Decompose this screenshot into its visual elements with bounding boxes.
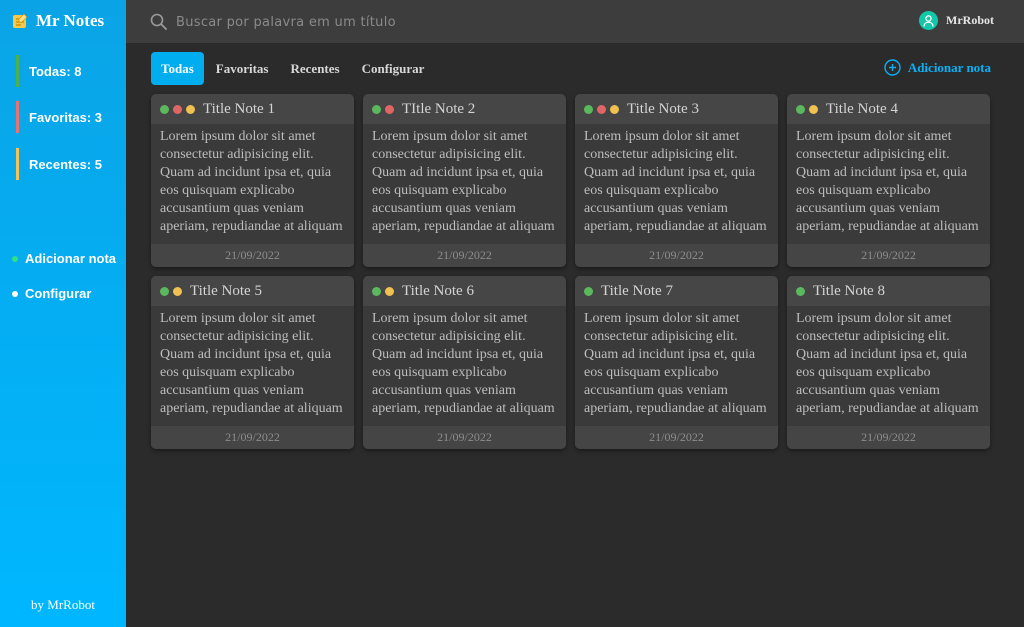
note-date: 21/09/2022 xyxy=(363,244,566,267)
note-title: Title Note 3 xyxy=(627,100,699,117)
note-card[interactable]: Title Note 6 Lorem ipsum dolor sit amet c… xyxy=(363,276,566,449)
note-card[interactable]: Title Note 5 Lorem ipsum dolor sit amet c… xyxy=(151,276,354,449)
tag-dot-icon xyxy=(597,104,606,114)
note-title: Title Note 6 xyxy=(402,282,474,299)
tag-dot-icon xyxy=(186,104,195,114)
note-tags xyxy=(372,104,394,114)
tag-dot-icon xyxy=(584,286,593,296)
sidebar-settings-label: Configurar xyxy=(25,286,92,301)
note-card[interactable]: Title Note 1 Lorem ipsum dolor sit amet c… xyxy=(151,94,354,267)
note-title: TItle Note 2 xyxy=(402,100,476,117)
tag-dot-icon xyxy=(809,104,818,114)
filter-tabs: Todas Favoritas Recentes Configurar xyxy=(151,52,436,85)
note-date: 21/09/2022 xyxy=(151,426,354,449)
note-tags xyxy=(160,104,195,114)
note-card[interactable]: Title Note 7 Lorem ipsum dolor sit amet c… xyxy=(575,276,778,449)
tag-dot-icon xyxy=(160,286,169,296)
counter-todas[interactable]: Todas: 8 xyxy=(16,55,82,87)
note-date: 21/09/2022 xyxy=(575,244,778,267)
note-title: Title Note 7 xyxy=(601,282,673,299)
note-body: Lorem ipsum dolor sit amet consectetur a… xyxy=(372,129,555,234)
tag-dot-icon xyxy=(385,286,394,296)
note-date: 21/09/2022 xyxy=(575,426,778,449)
note-body: Lorem ipsum dolor sit amet consectetur a… xyxy=(796,311,979,416)
note-card-header: Title Note 5 xyxy=(151,276,354,306)
note-date: 21/09/2022 xyxy=(151,244,354,267)
sidebar-settings[interactable]: Configurar xyxy=(12,286,91,301)
note-tags xyxy=(372,286,394,296)
note-card-header: Title Note 6 xyxy=(363,276,566,306)
note-tags xyxy=(584,104,619,114)
note-date: 21/09/2022 xyxy=(787,244,990,267)
note-body: Lorem ipsum dolor sit amet consectetur a… xyxy=(372,311,555,416)
note-card[interactable]: Title Note 8 Lorem ipsum dolor sit amet c… xyxy=(787,276,990,449)
note-card-header: Title Note 1 xyxy=(151,94,354,124)
search-input[interactable] xyxy=(174,10,578,34)
counter-favoritas[interactable]: Favoritas: 3 xyxy=(16,101,102,133)
note-title: Title Note 1 xyxy=(203,100,275,117)
tab-configurar[interactable]: Configurar xyxy=(352,52,435,85)
notepad-icon xyxy=(13,13,28,28)
tag-dot-icon xyxy=(173,286,182,296)
note-tags xyxy=(796,286,805,296)
username: MrRobot xyxy=(946,13,994,27)
note-body: Lorem ipsum dolor sit amet consectetur a… xyxy=(584,129,767,234)
note-body: Lorem ipsum dolor sit amet consectetur a… xyxy=(584,311,767,416)
note-title: Title Note 4 xyxy=(826,100,898,117)
status-dot-icon xyxy=(12,255,18,262)
status-dot-icon xyxy=(12,290,18,297)
search-icon xyxy=(150,13,167,30)
note-tags xyxy=(796,104,818,114)
tag-dot-icon xyxy=(160,104,169,114)
tag-dot-icon xyxy=(372,286,381,296)
tab-favoritas[interactable]: Favoritas xyxy=(206,52,279,85)
sidebar-add-note[interactable]: Adicionar nota xyxy=(12,251,116,266)
note-card[interactable]: Title Note 3 Lorem ipsum dolor sit amet c… xyxy=(575,94,778,267)
note-body: Lorem ipsum dolor sit amet consectetur a… xyxy=(160,311,343,416)
tag-dot-icon xyxy=(173,104,182,114)
note-card-header: Title Note 8 xyxy=(787,276,990,306)
tag-dot-icon xyxy=(385,104,394,114)
note-card[interactable]: TItle Note 2 Lorem ipsum dolor sit amet c… xyxy=(363,94,566,267)
app-title: Mr Notes xyxy=(36,11,105,30)
tag-dot-icon xyxy=(796,286,805,296)
sidebar: Mr Notes Todas: 8 Favoritas: 3 Recentes:… xyxy=(0,0,126,627)
add-note-label: Adicionar nota xyxy=(907,59,991,75)
user-menu[interactable]: MrRobot xyxy=(919,11,994,30)
note-date: 21/09/2022 xyxy=(363,426,566,449)
topbar: MrRobot xyxy=(126,0,1024,43)
tab-todas[interactable]: Todas xyxy=(151,52,204,85)
byline: by MrRobot xyxy=(31,597,95,612)
tag-dot-icon xyxy=(796,104,805,114)
note-tags xyxy=(584,286,593,296)
tag-dot-icon xyxy=(610,104,619,114)
tab-recentes[interactable]: Recentes xyxy=(281,52,350,85)
note-body: Lorem ipsum dolor sit amet consectetur a… xyxy=(796,129,979,234)
counter-recentes[interactable]: Recentes: 5 xyxy=(16,148,102,180)
note-title: Title Note 8 xyxy=(813,282,885,299)
tag-dot-icon xyxy=(372,104,381,114)
note-card-header: Title Note 3 xyxy=(575,94,778,124)
note-tags xyxy=(160,286,182,296)
note-title: Title Note 5 xyxy=(190,282,262,299)
tag-dot-icon xyxy=(584,104,593,114)
plus-circle-icon xyxy=(884,59,901,76)
note-card-header: Title Note 4 xyxy=(787,94,990,124)
note-card-header: TItle Note 2 xyxy=(363,94,566,124)
note-body: Lorem ipsum dolor sit amet consectetur a… xyxy=(160,129,343,234)
note-date: 21/09/2022 xyxy=(787,426,990,449)
note-card-header: Title Note 7 xyxy=(575,276,778,306)
avatar xyxy=(919,11,938,30)
notes-grid: Title Note 1 Lorem ipsum dolor sit amet c… xyxy=(151,94,990,449)
add-note-button[interactable]: Adicionar nota xyxy=(884,59,991,76)
sidebar-add-note-label: Adicionar nota xyxy=(25,251,117,266)
user-icon xyxy=(923,14,934,27)
app-logo[interactable]: Mr Notes xyxy=(12,11,104,31)
note-card[interactable]: Title Note 4 Lorem ipsum dolor sit amet c… xyxy=(787,94,990,267)
